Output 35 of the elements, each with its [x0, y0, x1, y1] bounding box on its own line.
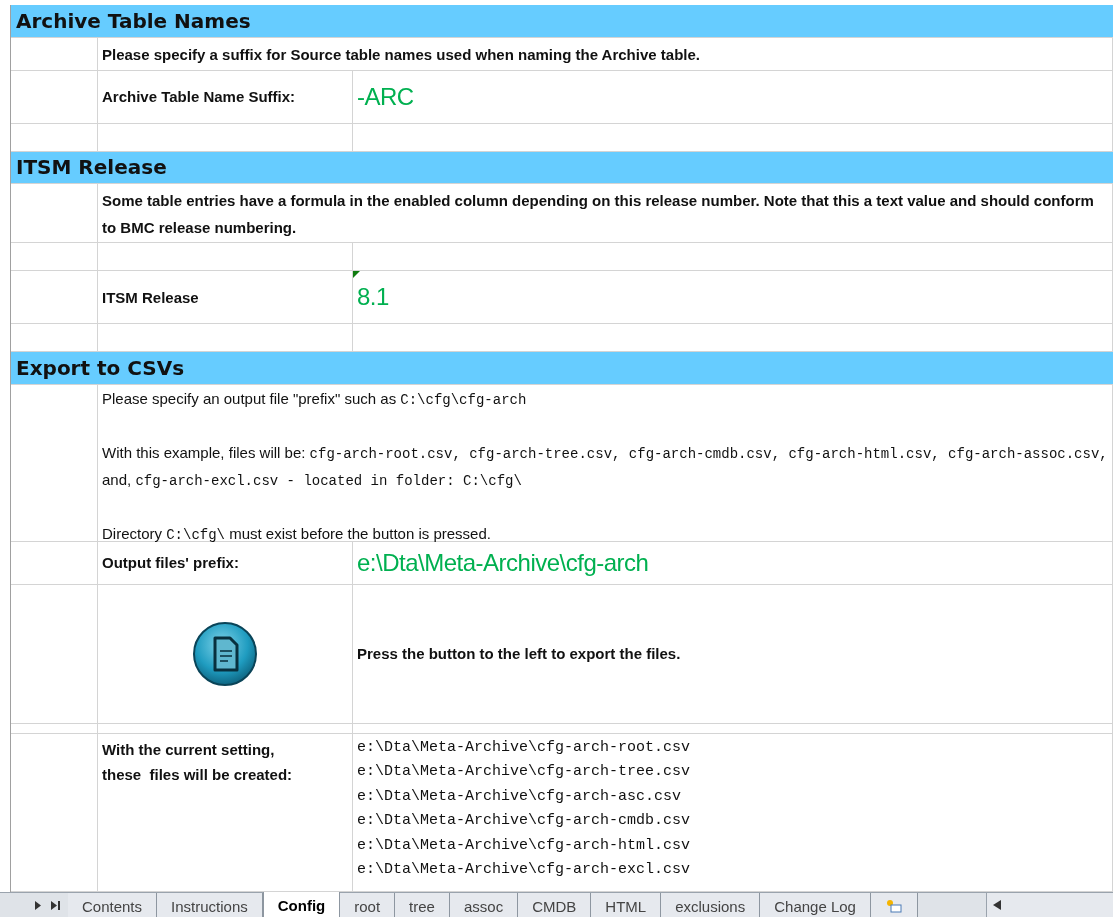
- file-path: e:\Dta\Meta-Archive\cfg-arch-excl.csv: [357, 860, 692, 881]
- sheet-tab[interactable]: tree: [395, 893, 450, 917]
- section-header: Archive Table Names: [11, 5, 1113, 38]
- sheet-tab[interactable]: exclusions: [661, 893, 761, 917]
- scroll-left-icon[interactable]: [993, 900, 1001, 910]
- horizontal-scrollbar[interactable]: [986, 893, 1113, 917]
- sheet-tab[interactable]: HTML: [591, 893, 662, 917]
- next-sheet-icon[interactable]: [35, 900, 41, 910]
- sheet-tab[interactable]: Contents: [68, 893, 158, 917]
- file-path: e:\Dta\Meta-Archive\cfg-arch-root.csv: [357, 737, 692, 758]
- sheet-tab[interactable]: root: [340, 893, 396, 917]
- instruction-text: Please specify an output file "prefix" such as C:\cfg\cfg-arch: [102, 388, 528, 410]
- field-label: With the current setting, these files will be created:: [102, 739, 293, 785]
- field-label: Archive Table Name Suffix:: [102, 87, 296, 108]
- insert-sheet-tab[interactable]: [870, 893, 918, 917]
- sheet-tab[interactable]: CMDB: [518, 893, 592, 917]
- file-path: e:\Dta\Meta-Archive\cfg-arch-html.csv: [357, 835, 692, 856]
- instruction-text: With this example, files will be: cfg-arch-root.csv, cfg-arch-tree.csv, cfg-arch-cmdb.csv, cfg-arch-html.csv, cfg-arch-assoc.csv, and, cfg-arch-excl.csv - located in folder: C:\cfg\: [102, 442, 1108, 491]
- file-path: e:\Dta\Meta-Archive\cfg-arch-asc.csv: [357, 786, 683, 807]
- instruction-text: Press the button to the left to export the files.: [357, 644, 681, 665]
- section-header: Export to CSVs: [11, 352, 1113, 385]
- field-label: ITSM Release: [102, 287, 199, 308]
- file-path: e:\Dta\Meta-Archive\cfg-arch-cmdb.csv: [357, 811, 692, 832]
- last-sheet-icon[interactable]: [51, 900, 60, 910]
- field-label: Output files' prefix:: [102, 553, 239, 574]
- section-header: ITSM Release: [11, 151, 1113, 185]
- sheet-tab[interactable]: assoc: [449, 893, 519, 917]
- export-button[interactable]: [192, 620, 258, 687]
- sheet-tab[interactable]: Change Log: [760, 893, 871, 917]
- instruction-text: Some table entries have a formula in the enabled column depending on this release number. Note that this a text value and should conform to BMC release numbering.: [102, 191, 1095, 239]
- instruction-text: Please specify a suffix for Source table names used when naming the Archive table.: [102, 44, 700, 65]
- sheet-tab[interactable]: Instructions: [157, 893, 263, 917]
- insert-sheet-icon: [884, 898, 903, 914]
- sheet-tab[interactable]: Config: [262, 892, 341, 917]
- file-path: e:\Dta\Meta-Archive\cfg-arch-tree.csv: [357, 762, 692, 783]
